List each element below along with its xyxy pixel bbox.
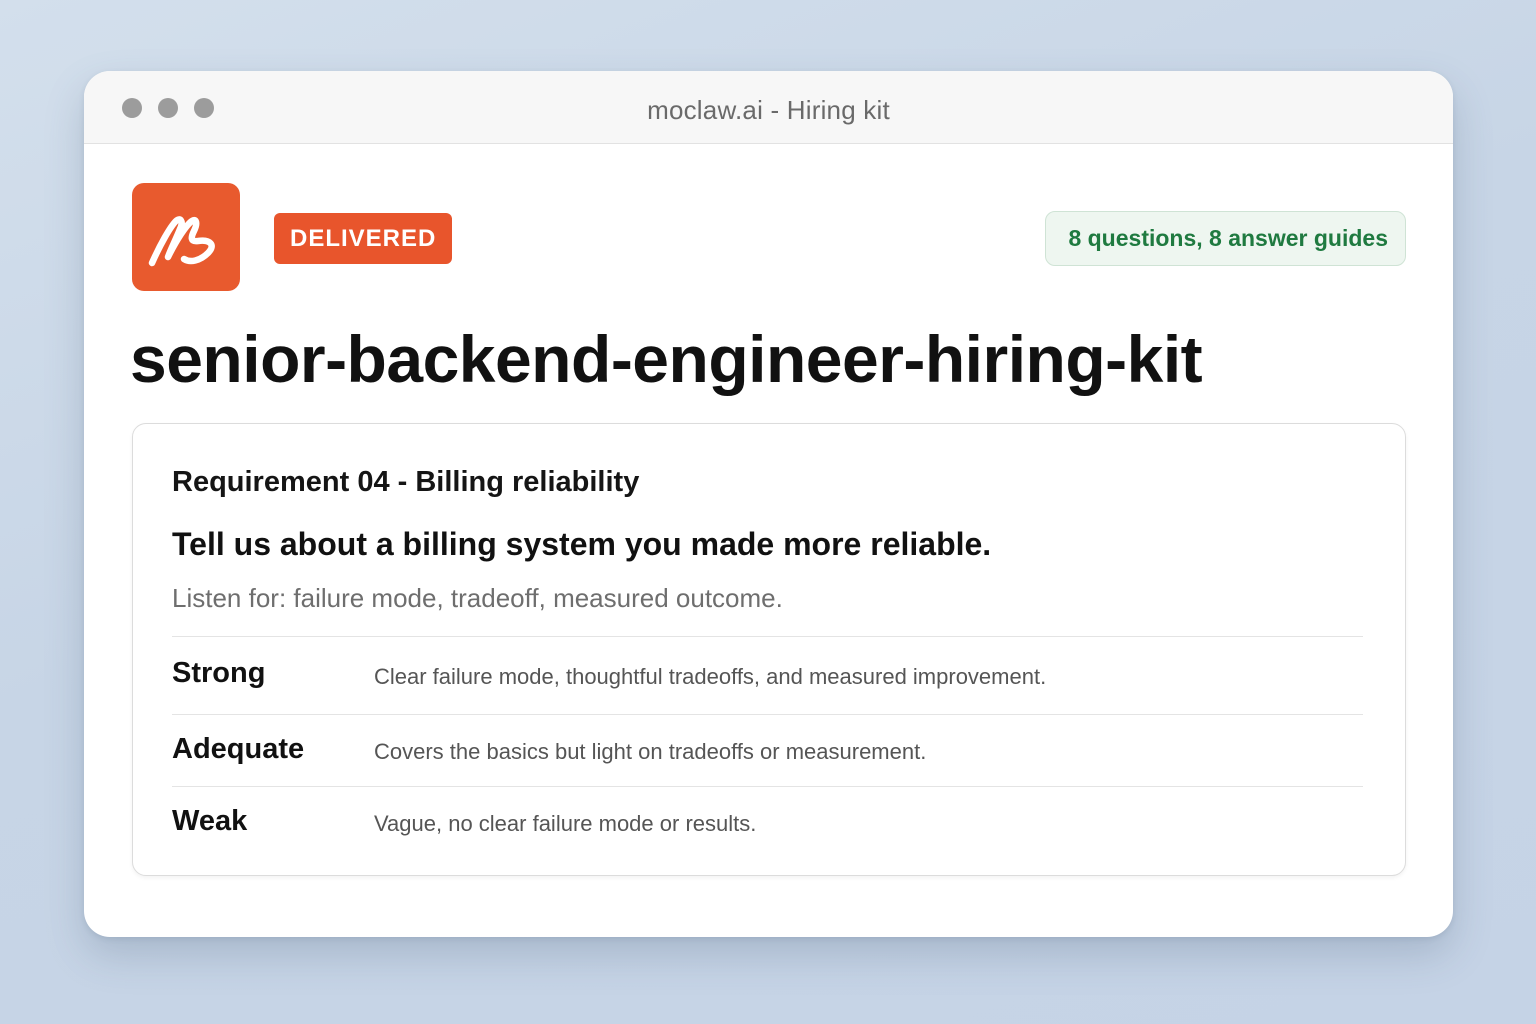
- answer-rubric: Strong Clear failure mode, thoughtful tr…: [172, 636, 1363, 858]
- rubric-description: Covers the basics but light on tradeoffs…: [374, 739, 927, 764]
- rubric-level: Strong: [172, 657, 266, 689]
- rubric-description: Vague, no clear failure mode or results.: [374, 811, 757, 836]
- rubric-description: Clear failure mode, thoughtful tradeoffs…: [374, 664, 1047, 689]
- moclaw-signature-logo-icon: [132, 183, 240, 291]
- rubric-level: Adequate: [172, 733, 305, 765]
- rubric-level: Weak: [172, 805, 248, 837]
- window-title: moclaw.ai - Hiring kit: [647, 95, 890, 125]
- browser-window: moclaw.ai - Hiring kit DELIVERED 8 quest…: [84, 71, 1453, 937]
- question-card: Requirement 04 - Billing reliability Tel…: [132, 423, 1406, 876]
- window-titlebar: moclaw.ai - Hiring kit: [84, 71, 1453, 144]
- rubric-row: Adequate Covers the basics but light on …: [172, 714, 1363, 786]
- requirement-label: Requirement 04 - Billing reliability: [172, 466, 640, 498]
- rubric-row: Strong Clear failure mode, thoughtful tr…: [172, 636, 1363, 714]
- delivered-status-badge: DELIVERED: [274, 213, 453, 264]
- rubric-row: Weak Vague, no clear failure mode or res…: [172, 786, 1363, 858]
- interview-question: Tell us about a billing system you made …: [172, 526, 992, 562]
- listen-for-hint: Listen for: failure mode, tradeoff, meas…: [172, 583, 783, 613]
- questions-count-pill: 8 questions, 8 answer guides: [1045, 211, 1406, 266]
- page-title: senior-backend-engineer-hiring-kit: [130, 322, 1203, 396]
